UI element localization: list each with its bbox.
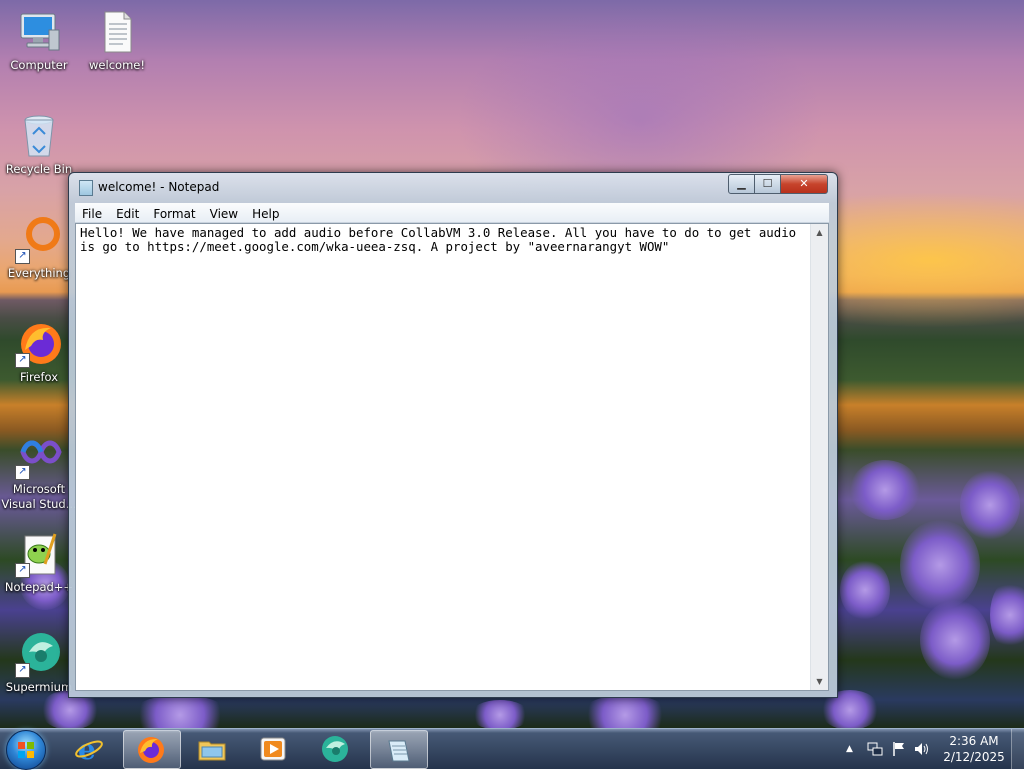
show-desktop-button[interactable] bbox=[1011, 729, 1024, 769]
title-bar[interactable]: welcome! - Notepad ▁ ☐ ✕ bbox=[69, 173, 837, 201]
file-explorer-icon bbox=[197, 734, 227, 764]
taskbar-internet-explorer[interactable]: e bbox=[62, 730, 118, 767]
desktop-icon-label: Notepad++ bbox=[4, 580, 74, 594]
desktop-icon-supermium[interactable]: ↗ Supermium bbox=[1, 630, 77, 694]
menu-format[interactable]: Format bbox=[146, 205, 202, 221]
taskbar-media-player[interactable] bbox=[246, 730, 302, 767]
taskbar-file-explorer[interactable] bbox=[185, 730, 241, 767]
volume-icon[interactable] bbox=[914, 741, 930, 760]
windows-orb-icon bbox=[18, 742, 34, 758]
menu-view[interactable]: View bbox=[203, 205, 245, 221]
media-player-icon bbox=[258, 734, 288, 764]
wallpaper-flower bbox=[990, 580, 1024, 650]
start-button[interactable] bbox=[6, 730, 46, 770]
clock-date[interactable]: 2/12/2025 bbox=[942, 750, 1006, 764]
wallpaper-flower bbox=[580, 695, 670, 728]
shortcut-arrow-icon: ↗ bbox=[15, 563, 30, 578]
vertical-scrollbar[interactable]: ▲ ▼ bbox=[810, 224, 828, 690]
notepad-window[interactable]: welcome! - Notepad ▁ ☐ ✕ File Edit Format V… bbox=[68, 172, 838, 698]
menu-file[interactable]: File bbox=[75, 205, 109, 221]
desktop-icon-label: welcome! bbox=[89, 58, 145, 72]
notepad-icon bbox=[79, 180, 93, 196]
supermium-icon bbox=[320, 734, 350, 764]
internet-explorer-icon: e bbox=[74, 733, 104, 766]
window-title: welcome! - Notepad bbox=[98, 180, 220, 194]
desktop-icon-welcome[interactable]: welcome! bbox=[79, 8, 155, 72]
network-icon[interactable] bbox=[867, 741, 883, 760]
notepad-icon bbox=[383, 735, 413, 765]
scroll-up-arrow-icon[interactable]: ▲ bbox=[811, 224, 828, 241]
desktop-icon-recycle-bin[interactable]: Recycle Bin bbox=[1, 112, 77, 176]
wallpaper-flower bbox=[960, 470, 1020, 540]
text-file-icon bbox=[93, 8, 141, 56]
wallpaper-flower bbox=[470, 700, 530, 728]
recycle-bin-icon bbox=[15, 112, 63, 160]
shortcut-arrow-icon: ↗ bbox=[15, 663, 30, 678]
menu-help[interactable]: Help bbox=[245, 205, 286, 221]
editor-content[interactable]: Hello! We have managed to add audio befo… bbox=[80, 226, 804, 254]
wallpaper-flower bbox=[130, 695, 230, 728]
desktop-icon-everything[interactable]: ↗ Everything bbox=[1, 216, 77, 280]
clock-time[interactable]: 2:36 AM bbox=[942, 734, 1006, 748]
desktop-icon-label: Firefox bbox=[19, 370, 59, 384]
maximize-button[interactable]: ☐ bbox=[754, 174, 781, 194]
desktop-icon-notepadpp[interactable]: ↗ Notepad++ bbox=[1, 530, 77, 594]
firefox-icon: ↗ bbox=[15, 320, 63, 368]
menu-bar: File Edit Format View Help bbox=[75, 203, 829, 223]
wallpaper-flower bbox=[840, 560, 890, 620]
desktop-icon-label-text: Microsoft Visual Stud... bbox=[1, 482, 77, 511]
taskbar-firefox[interactable] bbox=[123, 730, 181, 769]
desktop-icon-label: Everything bbox=[7, 266, 71, 280]
taskbar: e ▲ 2:36 AM 2/12/2025 bbox=[0, 728, 1024, 770]
show-hidden-icons-button[interactable]: ▲ bbox=[846, 744, 853, 754]
everything-search-icon: ↗ bbox=[15, 216, 63, 264]
wallpaper-flower bbox=[900, 520, 980, 610]
menu-edit[interactable]: Edit bbox=[109, 205, 146, 221]
text-editor[interactable]: Hello! We have managed to add audio befo… bbox=[75, 223, 829, 691]
desktop-icon-visual-studio[interactable]: ↗ Microsoft Visual Stud... bbox=[1, 432, 77, 512]
wallpaper-flower bbox=[920, 600, 990, 680]
shortcut-arrow-icon: ↗ bbox=[15, 249, 30, 264]
visual-studio-icon: ↗ bbox=[15, 432, 63, 480]
notepadpp-icon: ↗ bbox=[15, 530, 63, 578]
desktop-icon-label: Recycle Bin bbox=[5, 162, 73, 176]
wallpaper-flower bbox=[850, 460, 920, 520]
taskbar-notepad[interactable] bbox=[370, 730, 428, 769]
shortcut-arrow-icon: ↗ bbox=[15, 465, 30, 480]
desktop-icon-label: Microsoft Visual Stud... bbox=[1, 482, 77, 512]
firefox-icon bbox=[136, 735, 166, 765]
desktop-icon-label: Supermium bbox=[5, 680, 73, 694]
taskbar-supermium[interactable] bbox=[308, 730, 364, 767]
desktop-icon-label: Computer bbox=[10, 58, 68, 72]
desktop: Computer welcome! Recycle Bin ↗ Everythi… bbox=[0, 0, 1024, 728]
desktop-icon-firefox[interactable]: ↗ Firefox bbox=[1, 320, 77, 384]
system-tray: ▲ 2:36 AM 2/12/2025 bbox=[838, 729, 1024, 769]
minimize-button[interactable]: ▁ bbox=[728, 174, 755, 194]
action-center-flag-icon[interactable] bbox=[891, 741, 907, 760]
supermium-icon: ↗ bbox=[15, 630, 63, 678]
close-button[interactable]: ✕ bbox=[780, 174, 828, 194]
computer-icon bbox=[15, 8, 63, 56]
desktop-icon-computer[interactable]: Computer bbox=[1, 8, 77, 72]
shortcut-arrow-icon: ↗ bbox=[15, 353, 30, 368]
scroll-down-arrow-icon[interactable]: ▼ bbox=[811, 673, 828, 690]
